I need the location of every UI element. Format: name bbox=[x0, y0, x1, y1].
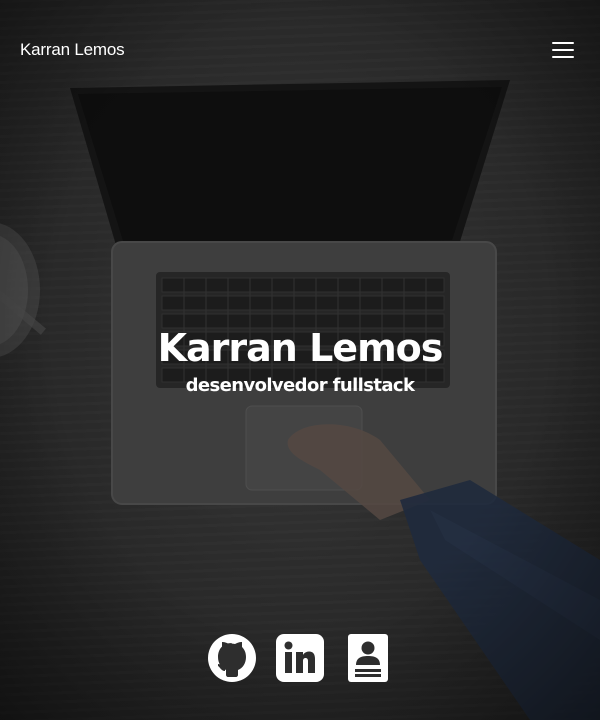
linkedin-link[interactable] bbox=[276, 634, 324, 682]
header: Karran Lemos bbox=[0, 0, 600, 100]
github-icon bbox=[208, 634, 256, 682]
linkedin-icon bbox=[276, 634, 324, 682]
menu-button[interactable] bbox=[552, 40, 574, 60]
github-link[interactable] bbox=[208, 634, 256, 682]
resume-icon bbox=[348, 634, 388, 682]
hero: Karran Lemos desenvolvedor fullstack bbox=[0, 320, 600, 396]
brand-link[interactable]: Karran Lemos bbox=[20, 40, 125, 60]
page: Karran Lemos Karran Lemos desenvolvedor … bbox=[0, 0, 600, 720]
social-links bbox=[0, 634, 600, 684]
resume-link[interactable] bbox=[344, 634, 392, 682]
hero-title: Karran Lemos bbox=[157, 326, 444, 370]
hero-subtitle: desenvolvedor fullstack bbox=[185, 375, 415, 396]
